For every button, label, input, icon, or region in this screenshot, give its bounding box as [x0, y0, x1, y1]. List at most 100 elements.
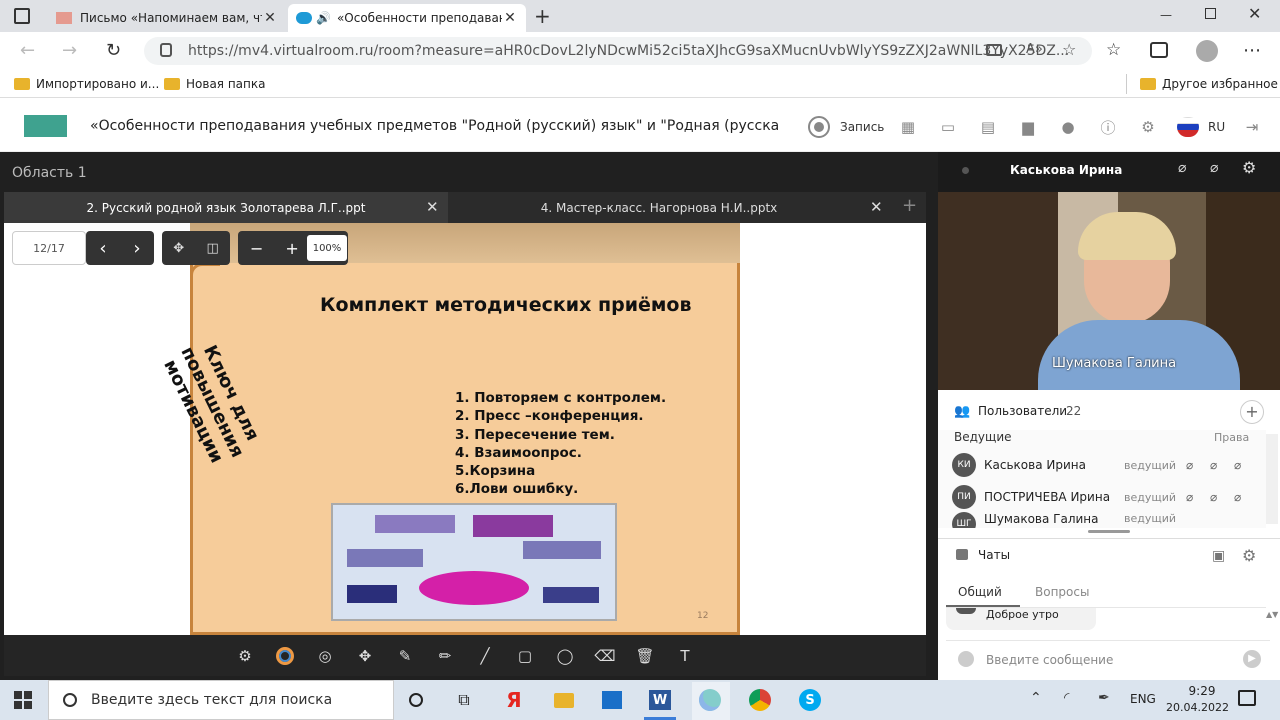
chrome-icon[interactable] — [746, 686, 774, 714]
favorites-icon[interactable]: ☆ — [1106, 40, 1121, 60]
user-row[interactable]: ШГ Шумакова Галина ведущий — [952, 512, 1272, 528]
folder-files-icon[interactable]: ▆ — [1017, 116, 1039, 138]
language-indicator[interactable]: ENG — [1130, 692, 1156, 706]
scroll-arrows-icon[interactable]: ▲▼ — [1266, 610, 1278, 619]
zoom-level[interactable]: 100% — [307, 235, 347, 261]
resize-handle[interactable] — [1088, 530, 1130, 533]
chat-tab-questions[interactable]: Вопросы — [1035, 585, 1089, 599]
windows-start-icon[interactable] — [14, 691, 32, 709]
browser-tab-mail[interactable]: Письмо «Напоминаем вам, что ✕ — [48, 4, 286, 32]
video-settings-icon[interactable]: ⚙ — [1242, 158, 1256, 177]
profile-avatar[interactable] — [1196, 40, 1218, 62]
refresh-icon[interactable]: ↻ — [106, 40, 121, 61]
draw-rights-icon[interactable]: ⌀ — [1234, 490, 1258, 504]
users-icon[interactable]: ● — [1057, 116, 1079, 138]
screen-share-icon[interactable]: ▭ — [937, 116, 959, 138]
fit-width-icon[interactable]: ◫ — [206, 241, 218, 256]
mic-icon[interactable]: ⌀ — [1186, 458, 1210, 472]
line-icon[interactable]: ╱ — [475, 646, 495, 666]
eraser-icon[interactable]: ⌫ — [594, 646, 615, 666]
emoji-icon[interactable] — [958, 651, 974, 667]
users-scrollbar[interactable] — [1266, 434, 1278, 524]
language-label[interactable]: RU — [1208, 120, 1225, 134]
file-explorer-icon[interactable] — [550, 686, 578, 714]
doc-tab-active[interactable]: 2. Русский родной язык Золотарева Л.Г..p… — [4, 192, 448, 223]
restore-icon[interactable] — [1205, 8, 1216, 19]
camera-off-icon[interactable]: ⌀ — [1210, 160, 1218, 176]
camera-icon[interactable]: ⌀ — [1210, 490, 1234, 504]
skype-icon[interactable]: S — [796, 686, 824, 714]
rectangle-icon[interactable]: ▢ — [515, 646, 535, 666]
draw-rights-icon[interactable]: ⌀ — [1234, 458, 1258, 472]
chat-window-icon[interactable]: ▣ — [1212, 548, 1225, 564]
close-window-icon[interactable]: ✕ — [1248, 4, 1261, 23]
document-icon[interactable]: ▤ — [977, 116, 999, 138]
yandex-icon[interactable]: Я — [500, 686, 528, 714]
page-number-field[interactable]: 12/17 — [12, 231, 86, 265]
close-tab-icon[interactable]: ✕ — [502, 10, 518, 26]
move-tool-icon[interactable]: ✥ — [355, 646, 375, 666]
task-view-icon[interactable]: ⧉ — [450, 686, 478, 714]
trash-icon[interactable]: 🗑 — [635, 646, 655, 666]
text-tool-icon[interactable]: T — [675, 646, 695, 666]
add-user-button[interactable]: + — [1240, 400, 1264, 424]
camera-icon[interactable] — [986, 44, 1002, 56]
collections-icon[interactable] — [1150, 42, 1168, 58]
record-icon[interactable] — [808, 116, 830, 138]
word-icon[interactable]: W — [646, 686, 674, 714]
chat-settings-icon[interactable]: ⚙ — [1242, 546, 1256, 565]
minimize-icon[interactable]: — — [1160, 8, 1172, 22]
move-icon[interactable]: ✥ — [173, 241, 184, 256]
read-aloud-icon[interactable]: A» — [1026, 42, 1043, 57]
back-icon[interactable]: ← — [20, 40, 35, 61]
more-menu-icon[interactable]: ⋯ — [1243, 40, 1261, 61]
mic-muted-icon[interactable]: ⌀ — [1178, 160, 1186, 176]
camera-icon[interactable]: ⌀ — [1210, 458, 1234, 472]
user-row[interactable]: КИ Каськова Ирина ведущий ⌀ ⌀ ⌀ — [952, 451, 1272, 479]
bookmark-new-folder[interactable]: Новая папка — [164, 74, 265, 94]
settings-icon[interactable]: ⚙ — [235, 646, 255, 666]
color-picker-icon[interactable] — [275, 646, 295, 666]
add-doc-tab-icon[interactable]: + — [902, 195, 917, 216]
settings-gear-icon[interactable]: ⚙ — [1137, 116, 1159, 138]
taskbar-search[interactable]: Введите здесь текст для поиска — [48, 680, 394, 720]
notifications-icon[interactable] — [1238, 690, 1256, 706]
brush-icon[interactable]: ✎ — [395, 646, 415, 666]
close-tab-icon[interactable]: ✕ — [262, 10, 278, 26]
add-favorite-icon[interactable]: ☆ — [1062, 40, 1076, 59]
new-tab-button[interactable]: + — [534, 4, 551, 28]
exit-icon[interactable]: ⇥ — [1241, 116, 1263, 138]
info-icon[interactable]: ⓘ — [1097, 116, 1119, 138]
bookmark-other[interactable]: Другое избранное — [1140, 74, 1278, 94]
bookmark-imported[interactable]: Импортировано и... — [14, 74, 159, 94]
zoom-in-icon[interactable]: + — [285, 239, 298, 258]
pen-icon[interactable]: ✒ — [1098, 690, 1110, 706]
chat-tab-general[interactable]: Общий — [958, 585, 1002, 599]
browser-tab-room[interactable]: 🔊 «Особенности преподаван ✕ — [288, 4, 526, 32]
record-label[interactable]: Запись — [840, 120, 884, 134]
clock-date[interactable]: 20.04.2022 — [1166, 701, 1229, 714]
layout-grid-icon[interactable]: ▦ — [897, 116, 919, 138]
url-field[interactable]: https://mv4.virtualroom.ru/room?measure=… — [144, 37, 1092, 65]
zoom-out-icon[interactable]: − — [250, 239, 263, 258]
close-doc-tab-icon[interactable]: ✕ — [870, 198, 883, 216]
tab-actions-icon[interactable] — [14, 8, 30, 24]
pointer-icon[interactable]: ◎ — [315, 646, 335, 666]
mic-icon[interactable]: ⌀ — [1186, 490, 1210, 504]
pencil-icon[interactable]: ✏ — [435, 646, 455, 666]
network-icon[interactable]: ◜ — [1064, 690, 1069, 706]
cortana-icon[interactable] — [402, 686, 430, 714]
store-icon[interactable] — [598, 686, 626, 714]
chat-input[interactable]: Введите сообщение — [986, 653, 1113, 667]
ellipse-icon[interactable]: ◯ — [555, 646, 575, 666]
user-row[interactable]: ПИ ПОСТРИЧЕВА Ирина ведущий ⌀ ⌀ ⌀ — [952, 483, 1272, 511]
close-doc-tab-icon[interactable]: ✕ — [426, 198, 439, 216]
previous-page-icon[interactable]: ‹ — [99, 238, 106, 259]
tray-chevron-icon[interactable]: ⌃ — [1030, 690, 1042, 706]
send-icon[interactable]: ▶ — [1243, 650, 1261, 668]
doc-tab[interactable]: 4. Мастер-класс. Нагорнова Н.И..pptx — [450, 192, 868, 223]
next-page-icon[interactable]: › — [133, 238, 140, 259]
russian-flag-icon[interactable] — [1177, 117, 1199, 137]
forward-icon[interactable]: → — [62, 40, 77, 61]
clock-time[interactable]: 9:29 — [1182, 684, 1222, 698]
